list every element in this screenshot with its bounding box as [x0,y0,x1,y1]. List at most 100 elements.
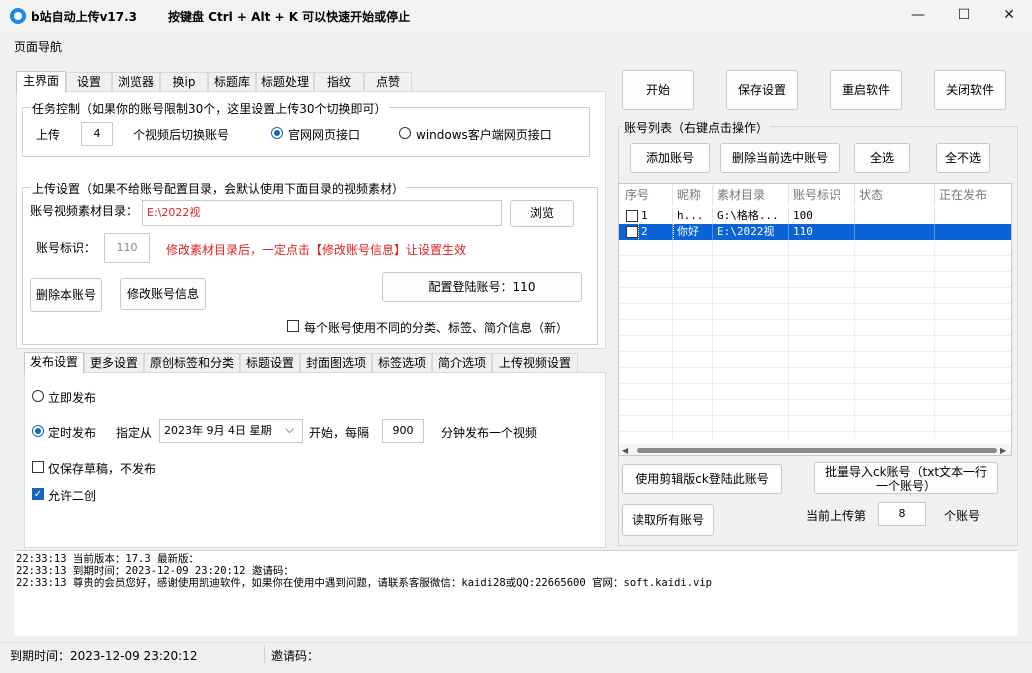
tab-more-settings[interactable]: 更多设置 [84,353,144,373]
tab-intro-options[interactable]: 简介选项 [432,353,492,373]
publish-tabstrip: 发布设置 更多设置 原创标签和分类 标题设置 封面图选项 标签选项 简介选项 上… [24,352,578,374]
radio-scheduled[interactable] [32,425,44,437]
col-header-status[interactable]: 状态 [855,184,935,206]
tab-title-settings[interactable]: 标题设置 [240,353,300,373]
chevron-down-icon[interactable]: ⌵ [285,422,294,437]
tab-original-tags[interactable]: 原创标签和分类 [144,353,240,373]
date-value: 2023年 9月 4日 星期 [164,424,272,437]
log-output[interactable]: 22:33:13 当前版本：17.3 最新版： 22:33:13 到期时间：20… [14,550,1018,636]
draft-only-label: 仅保存草稿，不发布 [48,462,157,476]
current-upload-suffix: 个账号 [944,509,981,523]
invite-code: 邀请码： [271,649,320,663]
row-status [855,224,935,240]
radio-official-label: 官网网页接口 [288,128,361,142]
tab-main[interactable]: 主界面 [16,71,66,93]
main-tabstrip: 主界面 设置 浏览器 换ip 标题库 标题处理 指纹 点赞 [16,71,416,93]
account-id-label: 账号标识： [36,241,97,255]
select-none-button[interactable]: 全不选 [936,143,990,173]
row-checkbox[interactable] [626,210,638,222]
log-line: 22:33:13 到期时间：2023-12-09 23:20:12 邀请码： [16,565,294,577]
dir-label: 账号视频素材目录： [30,204,139,218]
col-header-id[interactable]: 账号标识 [789,184,855,206]
account-table[interactable]: 序号 昵称 素材目录 账号标识 状态 正在发布 1 h... G:\格格... … [618,183,1012,456]
tab-publish-settings[interactable]: 发布设置 [24,352,84,374]
add-account-button[interactable]: 添加账号 [630,143,710,173]
table-row-selected[interactable]: 2 你好 E:\2022视 110 [619,223,1011,241]
row-dir: E:\2022视 [713,224,789,240]
row-no: 1 [639,208,673,224]
menu-bar [0,34,1032,58]
row-nick: 你好 [673,224,713,240]
specify-from-label: 指定从 [116,426,153,440]
tab-fingerprint[interactable]: 指纹 [314,72,364,92]
tab-browser[interactable]: 浏览器 [112,72,160,92]
row-dir: G:\格格... [713,208,789,224]
switch-text: 个视频后切换账号 [133,128,230,142]
start-button[interactable]: 开始 [622,70,694,110]
config-login-button[interactable]: 配置登陆账号：110 [382,272,582,302]
table-empty-area [619,240,1011,440]
draft-only-checkbox[interactable] [32,461,44,473]
tab-tag-options[interactable]: 标签选项 [372,353,432,373]
expire-time: 到期时间：2023-12-09 23:20:12 [10,649,198,663]
material-dir-input[interactable]: E:\2022视 [142,200,502,226]
tab-upload-video-settings[interactable]: 上传视频设置 [492,353,578,373]
tab-change-ip[interactable]: 换ip [160,72,208,92]
delete-account-button[interactable]: 删除本账号 [30,278,102,312]
menu-page-nav[interactable]: 页面导航 [14,38,62,55]
col-header-no[interactable]: 序号 [621,184,673,206]
delete-selected-button[interactable]: 删除当前选中账号 [720,143,840,173]
publish-now-label: 立即发布 [48,391,97,405]
jianying-login-button[interactable]: 使用剪辑版ck登陆此账号 [622,464,782,494]
scroll-left-icon[interactable]: ◀ [622,446,628,455]
close-icon[interactable]: ✕ [986,0,1032,32]
horizontal-scrollbar[interactable]: ◀ ▶ [619,444,1011,455]
browse-button[interactable]: 浏览 [510,200,574,227]
different-info-label: 每个账号使用不同的分类、标签、简介信息（新） [304,321,569,335]
interval-input[interactable]: 900 [382,419,424,443]
status-divider [264,645,265,663]
window-title: b站自动上传v17.3 [31,10,138,24]
current-upload-input[interactable]: 8 [878,502,926,526]
radio-publish-now[interactable] [32,390,44,402]
save-settings-button[interactable]: 保存设置 [726,70,798,110]
tab-title-processing[interactable]: 标题处理 [256,72,314,92]
batch-import-button[interactable]: 批量导入ck账号（txt文本一行一个账号） [814,462,998,494]
current-upload-label: 当前上传第 [806,509,867,523]
scheduled-label: 定时发布 [48,426,97,440]
scrollbar-thumb[interactable] [637,448,997,453]
log-line: 22:33:13 当前版本：17.3 最新版： [16,553,200,565]
allow-remix-checkbox[interactable]: ✓ [32,488,44,500]
radio-windows-label: windows客户端网页接口 [416,128,552,142]
col-header-nick[interactable]: 昵称 [673,184,713,206]
task-control-title: 任务控制（如果你的账号限制30个，这里设置上传30个切换即可） [30,100,389,117]
minimize-icon[interactable]: — [895,0,941,32]
row-nick: h... [673,208,713,224]
log-line: 22:33:13 尊贵的会员您好，感谢使用凯迪软件，如果你在使用中遇到问题，请联… [16,577,713,589]
select-all-button[interactable]: 全选 [854,143,910,173]
radio-official-api[interactable] [271,127,283,139]
col-header-dir[interactable]: 素材目录 [713,184,789,206]
maximize-icon[interactable]: ☐ [941,0,987,32]
tab-cover-options[interactable]: 封面图选项 [300,353,372,373]
different-info-checkbox[interactable] [287,320,299,332]
col-header-publishing[interactable]: 正在发布 [935,184,1011,206]
date-picker[interactable]: 2023年 9月 4日 星期 [159,419,303,443]
table-row[interactable]: 1 h... G:\格格... 100 [619,208,1011,224]
tab-settings[interactable]: 设置 [66,72,112,92]
restart-button[interactable]: 重启软件 [830,70,902,110]
row-id: 100 [789,208,855,224]
row-checkbox[interactable] [626,226,638,238]
radio-windows-api[interactable] [399,127,411,139]
tab-title-library[interactable]: 标题库 [208,72,256,92]
row-id: 110 [789,224,855,240]
account-id-input[interactable]: 110 [104,233,150,263]
modify-account-button[interactable]: 修改账号信息 [120,278,206,310]
close-app-button[interactable]: 关闭软件 [934,70,1006,110]
read-all-accounts-button[interactable]: 读取所有账号 [622,504,714,536]
scroll-right-icon[interactable]: ▶ [1000,446,1006,455]
upload-settings-title: 上传设置（如果不给账号配置目录，会默认使用下面目录的视频素材） [30,180,407,197]
tab-like[interactable]: 点赞 [364,72,412,92]
upload-count-input[interactable]: 4 [81,122,113,146]
interval-suffix: 分钟发布一个视频 [441,426,538,440]
